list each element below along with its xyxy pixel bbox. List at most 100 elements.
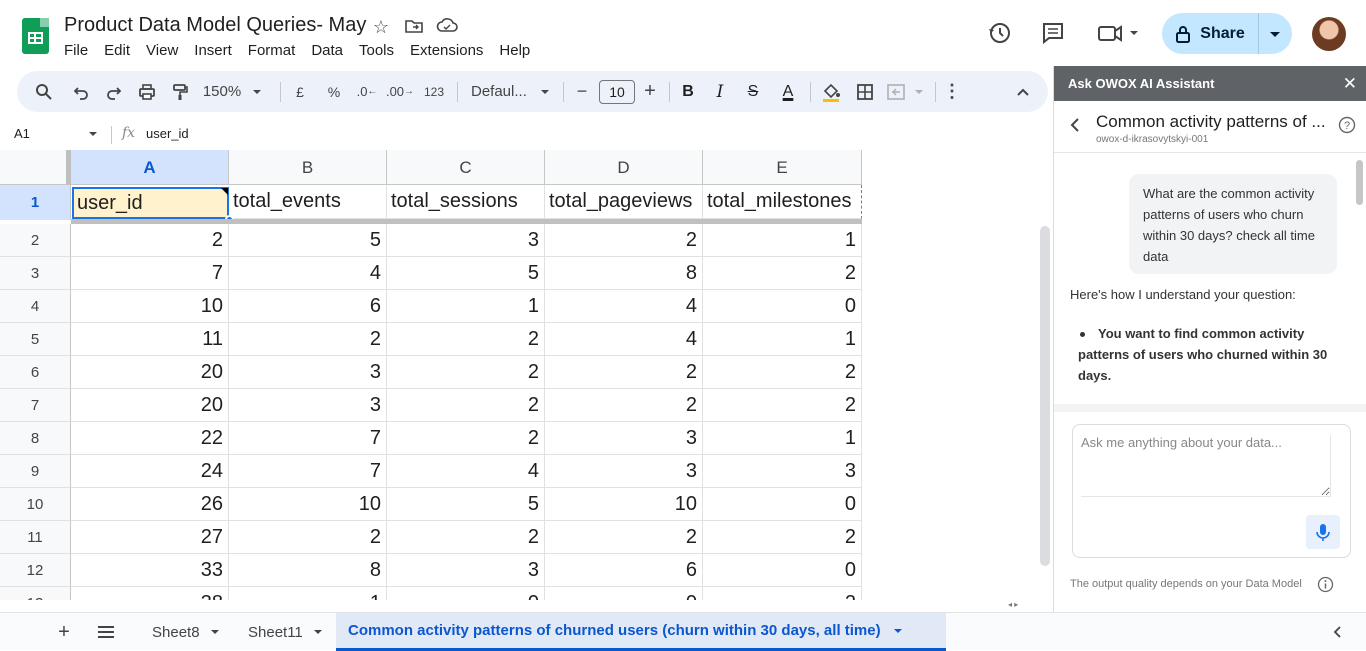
all-sheets-icon[interactable] xyxy=(93,613,119,651)
row-header-10[interactable]: 10 xyxy=(0,488,71,521)
table-cell[interactable]: 3 xyxy=(387,554,545,587)
table-cell[interactable]: 24 xyxy=(71,455,229,488)
comments-icon[interactable] xyxy=(1040,20,1068,48)
close-icon[interactable]: ✕ xyxy=(1343,74,1357,94)
table-cell[interactable]: 3 xyxy=(545,422,703,455)
table-cell[interactable]: 2 xyxy=(545,521,703,554)
table-cell[interactable]: 0 xyxy=(703,290,862,323)
share-dropdown-button[interactable] xyxy=(1258,13,1292,54)
column-header-b[interactable]: B xyxy=(229,150,387,185)
undo-icon[interactable] xyxy=(69,71,93,112)
table-cell[interactable]: 2 xyxy=(703,521,862,554)
table-cell[interactable]: 20 xyxy=(71,356,229,389)
table-cell[interactable]: 2 xyxy=(229,521,387,554)
table-cell[interactable]: 0 xyxy=(387,587,545,600)
table-cell[interactable]: 4 xyxy=(545,290,703,323)
table-cell[interactable]: 2 xyxy=(703,389,862,422)
row-header-5[interactable]: 5 xyxy=(0,323,71,356)
panel-scrollbar[interactable] xyxy=(1356,160,1363,205)
format-currency-button[interactable]: £ xyxy=(289,71,311,112)
row-header-4[interactable]: 4 xyxy=(0,290,71,323)
increase-font-size-icon[interactable]: + xyxy=(639,71,661,112)
avatar[interactable] xyxy=(1312,17,1346,51)
table-cell[interactable]: 2 xyxy=(71,224,229,257)
paint-format-icon[interactable] xyxy=(167,71,193,112)
bold-button[interactable]: B xyxy=(677,71,699,112)
menu-extensions[interactable]: Extensions xyxy=(404,40,489,61)
menu-data[interactable]: Data xyxy=(305,40,349,61)
name-box[interactable]: A1 xyxy=(14,126,30,141)
table-cell[interactable]: 1 xyxy=(229,587,387,600)
sheet-tab-active[interactable]: Common activity patterns of churned user… xyxy=(336,613,946,651)
table-cell[interactable]: 10 xyxy=(71,290,229,323)
table-cell[interactable]: 8 xyxy=(229,554,387,587)
row-header-9[interactable]: 9 xyxy=(0,455,71,488)
table-cell[interactable]: 3 xyxy=(703,455,862,488)
menu-help[interactable]: Help xyxy=(493,40,536,61)
menu-format[interactable]: Format xyxy=(242,40,302,61)
table-cell[interactable]: 3 xyxy=(229,389,387,422)
table-cell[interactable]: 10 xyxy=(229,488,387,521)
decrease-font-size-icon[interactable]: − xyxy=(571,71,593,112)
add-sheet-icon[interactable]: + xyxy=(52,613,76,651)
table-cell[interactable]: 2 xyxy=(387,356,545,389)
info-icon[interactable] xyxy=(1317,576,1334,593)
table-cell[interactable]: 8 xyxy=(545,257,703,290)
chat-input[interactable] xyxy=(1081,435,1331,497)
sheet-tab-sheet8[interactable]: Sheet8 xyxy=(140,613,230,651)
table-cell[interactable]: 33 xyxy=(71,554,229,587)
row-header-7[interactable]: 7 xyxy=(0,389,71,422)
table-cell[interactable]: 3 xyxy=(229,356,387,389)
table-cell[interactable]: 7 xyxy=(71,257,229,290)
share-button[interactable]: Share xyxy=(1162,13,1258,54)
column-header-d[interactable]: D xyxy=(545,150,703,185)
text-color-button[interactable]: A xyxy=(776,71,800,112)
header-cell-total-events[interactable]: total_events xyxy=(229,185,387,219)
fill-color-icon[interactable] xyxy=(819,71,843,112)
print-icon[interactable] xyxy=(134,71,160,112)
italic-button[interactable]: I xyxy=(709,71,731,112)
sheet-tab-sheet11[interactable]: Sheet11 xyxy=(236,613,332,651)
table-cell[interactable]: 27 xyxy=(71,521,229,554)
active-cell-a1[interactable]: user_id xyxy=(72,187,229,219)
explore-collapse-icon[interactable] xyxy=(1328,613,1348,651)
borders-icon[interactable] xyxy=(853,71,877,112)
table-cell[interactable]: 4 xyxy=(545,323,703,356)
row-header-6[interactable]: 6 xyxy=(0,356,71,389)
more-options-icon[interactable]: ⋮ xyxy=(942,71,962,112)
vertical-scrollbar[interactable] xyxy=(1040,226,1050,566)
menu-edit[interactable]: Edit xyxy=(98,40,136,61)
name-box-caret-icon[interactable] xyxy=(86,127,100,141)
table-cell[interactable]: 7 xyxy=(229,455,387,488)
meet-icon[interactable] xyxy=(1096,20,1142,48)
table-cell[interactable]: 1 xyxy=(703,422,862,455)
table-cell[interactable]: 5 xyxy=(387,488,545,521)
table-cell[interactable]: 0 xyxy=(703,554,862,587)
table-cell[interactable]: 1 xyxy=(703,323,862,356)
version-history-icon[interactable] xyxy=(987,20,1015,48)
select-all-corner[interactable] xyxy=(0,150,71,185)
horizontal-scroll-arrows[interactable]: ◂ ▸ xyxy=(1008,600,1038,612)
table-cell[interactable]: 2 xyxy=(387,323,545,356)
table-cell[interactable]: 1 xyxy=(387,290,545,323)
spreadsheet-grid[interactable]: A B C D E 1 2 3 4 5 6 7 8 9 10 11 12 13 … xyxy=(0,150,1053,600)
table-cell[interactable]: 5 xyxy=(229,224,387,257)
table-cell[interactable]: 22 xyxy=(71,422,229,455)
table-cell[interactable]: 4 xyxy=(229,257,387,290)
format-percent-button[interactable]: % xyxy=(323,71,345,112)
table-cell[interactable]: 2 xyxy=(387,389,545,422)
cloud-status-icon[interactable] xyxy=(436,16,458,38)
table-cell[interactable]: 0 xyxy=(703,488,862,521)
menu-insert[interactable]: Insert xyxy=(188,40,238,61)
strikethrough-button[interactable]: S xyxy=(742,71,764,112)
table-cell[interactable]: 2 xyxy=(545,389,703,422)
table-cell[interactable]: 2 xyxy=(387,422,545,455)
table-cell[interactable]: 2 xyxy=(703,356,862,389)
row-header-8[interactable]: 8 xyxy=(0,422,71,455)
table-cell[interactable]: 2 xyxy=(703,587,862,600)
table-cell[interactable]: 7 xyxy=(229,422,387,455)
table-cell[interactable]: 6 xyxy=(229,290,387,323)
row-header-3[interactable]: 3 xyxy=(0,257,71,290)
menu-file[interactable]: File xyxy=(58,40,94,61)
search-menus-icon[interactable] xyxy=(31,71,57,112)
